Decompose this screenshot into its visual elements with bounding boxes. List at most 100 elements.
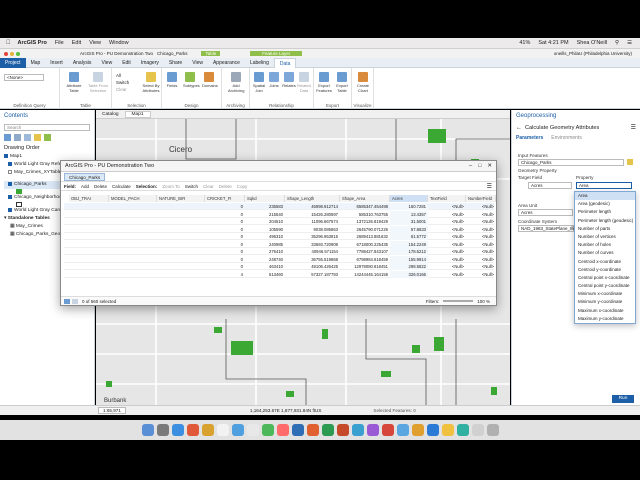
table-cell[interactable]: 154.2249 [390, 240, 428, 248]
menu-view[interactable]: View [89, 40, 101, 46]
user-name[interactable]: Shea O'Neill [577, 40, 607, 46]
tab-insert[interactable]: Insert [45, 58, 68, 68]
table-cell[interactable]: 240985 [245, 241, 285, 248]
joins-button[interactable]: Joins [267, 72, 281, 88]
input-features-field[interactable]: Chicago_Parks [518, 159, 624, 166]
tab-table-view[interactable]: View [187, 58, 208, 68]
table-row[interactable]: 4 513460 57327.187793 14244445.164158 326.01… [64, 270, 496, 278]
table-cell[interactable]: 513460 [245, 271, 285, 278]
table-cell[interactable]: <Null> [466, 218, 496, 225]
switch-selection-button[interactable]: Switch [116, 79, 129, 86]
checkbox-icon[interactable] [8, 194, 12, 199]
switch-button[interactable]: Switch [185, 184, 198, 189]
table-cell[interactable]: 235583 [245, 203, 285, 210]
fields-button[interactable]: Fields [165, 72, 179, 88]
table-cell[interactable]: <Null> [428, 271, 466, 278]
clear-button[interactable]: Clear [203, 184, 214, 189]
tab-catalog[interactable]: Catalog [96, 112, 125, 117]
menu-window[interactable]: Window [109, 40, 129, 46]
table-row[interactable]: 0 215540 15426.280597 585310.763755 13.4357 <… [64, 210, 494, 218]
table-window-titlebar[interactable]: ArcGIS Pro - PU Demonstration Two – □ ✕ [61, 161, 496, 172]
minimize-window-icon[interactable] [10, 51, 14, 56]
calendar-icon[interactable] [216, 424, 229, 436]
option-min-x[interactable]: Minimum x-coordinate [575, 290, 635, 298]
word-icon[interactable] [291, 424, 304, 436]
show-all-icon[interactable] [64, 298, 70, 304]
table-menu-icon[interactable]: ☰ [487, 183, 492, 190]
table-row[interactable]: 0 248740 36755.519868 6798984.618459 155.991… [64, 255, 496, 263]
messages-icon[interactable] [261, 424, 274, 436]
notes-icon[interactable] [201, 424, 214, 436]
table-cell[interactable]: <Null> [466, 233, 496, 240]
table-cell[interactable]: 150.7281 [390, 203, 428, 210]
list-by-editing-icon[interactable] [34, 134, 41, 141]
table-cell[interactable]: 0 [205, 218, 245, 225]
option-max-x[interactable]: Maximum x-coordinate [575, 307, 635, 315]
account-name[interactable]: oneills_PhilaU (Philadelphia University) [554, 51, 632, 56]
option-central-point-y[interactable]: Central point y-coordinate [575, 282, 635, 290]
attribute-table-button[interactable]: Attribute Table [64, 72, 84, 93]
table-cell[interactable]: 0 [205, 263, 245, 270]
table-cell[interactable]: <Null> [466, 263, 496, 270]
definition-query-select[interactable]: <None> [4, 74, 44, 81]
select-by-attributes-button[interactable]: Select By Attributes [142, 72, 160, 93]
table-cell[interactable]: 6585347.454498 [340, 203, 390, 210]
table-cell[interactable]: <Null> [428, 203, 466, 210]
column-header[interactable]: Shape_Area [340, 195, 390, 202]
table-cell[interactable]: <Null> [466, 271, 496, 278]
launchpad-icon[interactable] [156, 424, 169, 436]
option-max-y[interactable]: Maximum y-coordinate [575, 315, 635, 323]
delete-rows-button[interactable]: Delete [219, 184, 232, 189]
column-header-acres[interactable]: Acres [390, 195, 428, 202]
table-cell[interactable]: 0 [205, 256, 245, 263]
zoom-level[interactable]: 100 % [477, 299, 490, 304]
tab-analysis[interactable]: Analysis [68, 58, 97, 68]
subtypes-button[interactable]: Subtypes [183, 72, 200, 88]
table-row[interactable]: 0 235583 46998.912714 6585347.454498 150.728… [64, 203, 494, 210]
table-cell[interactable]: 11096.667574 [285, 218, 340, 225]
battery-percent[interactable]: 41% [519, 40, 530, 46]
select-all-button[interactable]: All [116, 72, 129, 79]
table-cell[interactable]: 49106.426425 [285, 263, 340, 270]
table-cell[interactable]: 15426.280597 [285, 211, 340, 218]
close-window-icon[interactable] [4, 51, 8, 56]
table-cell[interactable]: 496310 [245, 233, 285, 240]
zoom-slider[interactable] [443, 300, 474, 302]
table-cell[interactable]: 0 [205, 211, 245, 218]
list-by-drawing-order-icon[interactable] [4, 134, 11, 141]
checkbox-icon[interactable] [8, 207, 12, 212]
option-curves[interactable]: Number of curves [575, 249, 635, 257]
app-icon[interactable] [426, 424, 439, 436]
table-cell[interactable]: 0 [205, 241, 245, 248]
table-cell[interactable]: <Null> [466, 256, 496, 263]
calculate-field-button[interactable]: Calculate [112, 184, 131, 189]
option-area-geodesic[interactable]: Area (geodesic) [575, 200, 635, 208]
zoom-to-button[interactable]: Zoom To [162, 184, 179, 189]
tab-map1[interactable]: Map1 [124, 110, 151, 118]
table-cell[interactable]: 4 [205, 271, 245, 278]
table-cell[interactable]: 57327.187793 [285, 271, 340, 278]
clear-selection-button[interactable]: Clear [116, 86, 129, 93]
create-chart-button[interactable]: Create Chart [356, 72, 370, 93]
table-cell[interactable]: <Null> [428, 226, 466, 233]
table-cell[interactable]: <Null> [466, 226, 496, 233]
table-cell[interactable]: <Null> [428, 241, 466, 248]
option-centroid-x[interactable]: Centroid x-coordinate [575, 258, 635, 266]
table-row[interactable]: 0 240985 33693.720908 6718000.225435 154.224… [64, 240, 494, 248]
table-cell[interactable]: <Null> [428, 248, 466, 255]
app-icon[interactable] [441, 424, 454, 436]
maximize-icon[interactable]: □ [478, 161, 481, 172]
folder-icon[interactable] [627, 159, 633, 165]
table-cell[interactable]: 7788427.843107 [340, 248, 390, 255]
trash-icon[interactable] [486, 424, 499, 436]
list-by-source-icon[interactable] [14, 134, 21, 141]
column-header[interactable]: NumberField [466, 195, 496, 202]
tab-imagery[interactable]: Imagery [136, 58, 164, 68]
option-centroid-y[interactable]: Centroid y-coordinate [575, 266, 635, 274]
menu-file[interactable]: File [55, 40, 64, 46]
table-cell[interactable]: 2689413.881632 [340, 233, 390, 240]
finder-icon[interactable] [141, 424, 154, 436]
table-cell[interactable]: 36755.519868 [285, 256, 340, 263]
menu-edit[interactable]: Edit [72, 40, 81, 46]
arcgis-icon[interactable] [351, 424, 364, 436]
